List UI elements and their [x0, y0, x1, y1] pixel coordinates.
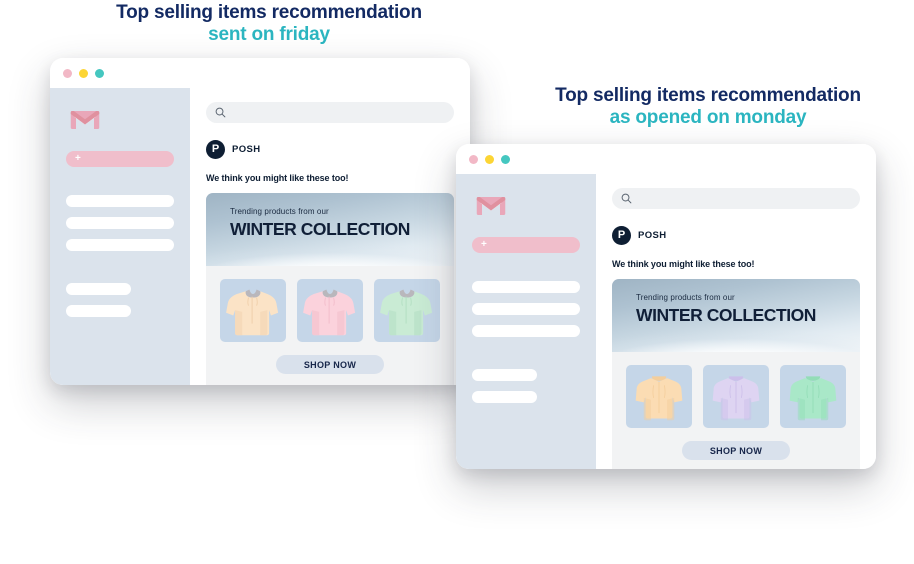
email-preheader: We think you might like these too! [206, 173, 349, 183]
winter-collection-banner: Trending products from our WINTER COLLEC… [206, 193, 454, 266]
window-close-dot[interactable] [63, 68, 72, 78]
sweater-icon [712, 375, 760, 420]
sidebar-item-inbox[interactable] [66, 195, 174, 207]
sweater-icon [635, 375, 683, 420]
caption-friday: Top selling items recommendation sent on… [59, 2, 479, 47]
product-grid [612, 352, 860, 428]
sidebar-item-more[interactable] [472, 391, 537, 403]
search-input[interactable] [612, 188, 860, 209]
mail-content-pane: P POSH We think you might like these too… [190, 88, 470, 385]
product-tile-lavender-sweater[interactable] [703, 365, 769, 428]
compose-button[interactable]: + [66, 151, 174, 167]
sender-name: POSH [638, 230, 667, 241]
sidebar-item-more[interactable] [66, 305, 131, 317]
shop-now-button[interactable]: SHOP NOW [276, 355, 384, 374]
banner-subtitle: Trending products from our [636, 293, 735, 302]
gmail-logo-icon [70, 111, 100, 129]
sidebar-divider [472, 347, 580, 369]
window-titlebar [456, 144, 876, 174]
sender-name: POSH [232, 144, 261, 155]
email-creative: Trending products from our WINTER COLLEC… [206, 193, 454, 385]
search-icon [215, 107, 226, 118]
browser-window-monday: + P POSH We think you might like these t… [456, 144, 876, 469]
sidebar-item-starred[interactable] [66, 217, 174, 229]
sidebar-item-sent[interactable] [66, 239, 174, 251]
search-icon [621, 193, 632, 204]
sidebar-item-drafts[interactable] [472, 369, 537, 381]
email-creative: Trending products from our WINTER COLLEC… [612, 279, 860, 469]
gmail-logo-icon [476, 197, 506, 215]
mail-sidebar: + [50, 88, 190, 385]
product-tile-orange-sweater[interactable] [626, 365, 692, 428]
window-maximize-dot[interactable] [501, 154, 510, 164]
hoodie-icon [303, 288, 356, 335]
window-close-dot[interactable] [469, 154, 478, 164]
caption-friday-line2: sent on friday [208, 24, 330, 46]
creative-footer [206, 374, 454, 385]
sidebar-item-sent[interactable] [472, 325, 580, 337]
window-maximize-dot[interactable] [95, 68, 104, 78]
shop-now-button[interactable]: SHOP NOW [682, 441, 790, 460]
window-titlebar [50, 58, 470, 88]
caption-monday-line2: as opened on monday [609, 107, 807, 129]
avatar: P [206, 140, 225, 159]
creative-footer [612, 460, 860, 469]
browser-window-friday: + P POSH We think you might like these t… [50, 58, 470, 385]
window-body: + P POSH We think you might like these t… [456, 174, 876, 469]
hoodie-icon [226, 288, 279, 335]
mail-content-pane: P POSH We think you might like these too… [596, 174, 876, 469]
product-tile-mint-hoodie[interactable] [374, 279, 440, 342]
sweater-icon [789, 375, 837, 420]
email-sender-row: P POSH [206, 140, 454, 159]
winter-collection-banner: Trending products from our WINTER COLLEC… [612, 279, 860, 352]
product-grid [206, 266, 454, 342]
banner-subtitle: Trending products from our [230, 207, 329, 216]
banner-title: WINTER COLLECTION [636, 305, 816, 325]
search-input[interactable] [206, 102, 454, 123]
email-sender-row: P POSH [612, 226, 860, 245]
avatar: P [612, 226, 631, 245]
hoodie-icon [380, 288, 433, 335]
illustration-canvas: Top selling items recommendation sent on… [0, 0, 914, 564]
window-minimize-dot[interactable] [79, 68, 88, 78]
sidebar-item-drafts[interactable] [66, 283, 131, 295]
mail-sidebar: + [456, 174, 596, 469]
sidebar-divider [66, 261, 174, 283]
window-minimize-dot[interactable] [485, 154, 494, 164]
compose-plus-icon: + [75, 153, 81, 164]
sidebar-item-starred[interactable] [472, 303, 580, 315]
caption-friday-line1: Top selling items recommendation [116, 2, 422, 23]
product-tile-peach-hoodie[interactable] [220, 279, 286, 342]
product-tile-mint-sweater[interactable] [780, 365, 846, 428]
caption-monday-line1: Top selling items recommendation [555, 85, 861, 106]
compose-plus-icon: + [481, 239, 487, 250]
sidebar-item-inbox[interactable] [472, 281, 580, 293]
window-body: + P POSH We think you might like these t… [50, 88, 470, 385]
product-tile-pink-hoodie[interactable] [297, 279, 363, 342]
email-preheader: We think you might like these too! [612, 259, 755, 269]
caption-monday: Top selling items recommendation as open… [498, 85, 914, 130]
banner-title: WINTER COLLECTION [230, 219, 410, 239]
compose-button[interactable]: + [472, 237, 580, 253]
